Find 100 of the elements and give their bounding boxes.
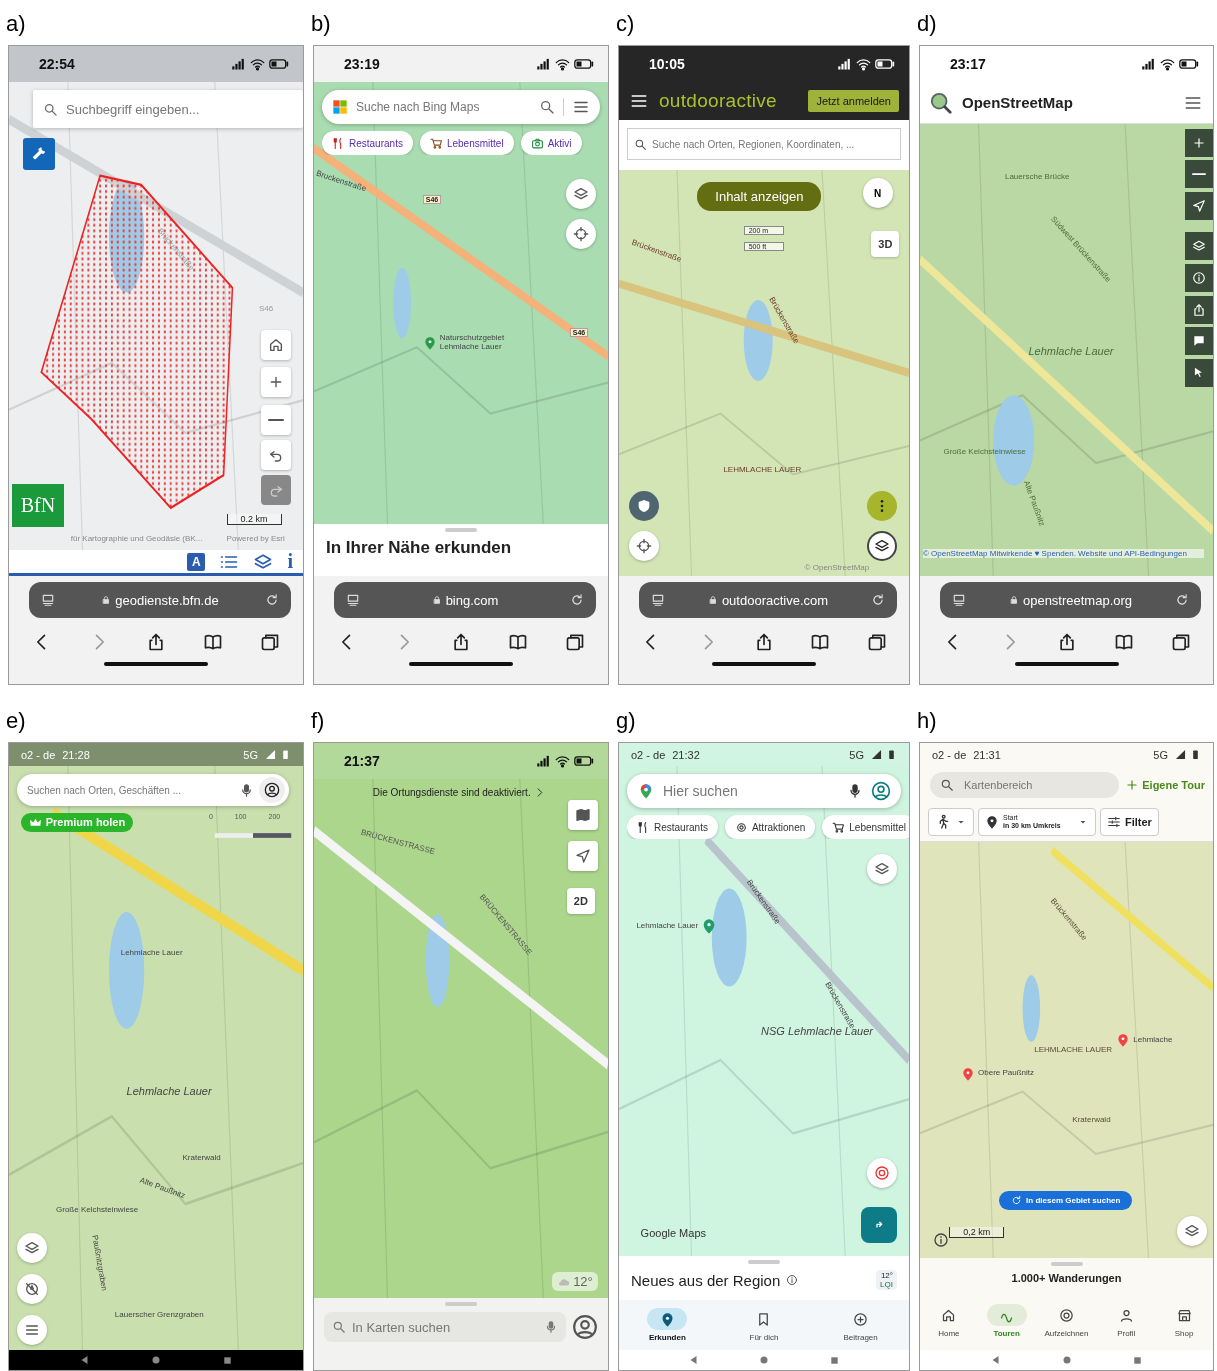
map-label: Lauersche Brücke <box>1004 171 1070 181</box>
zoom-in-button[interactable] <box>261 367 291 398</box>
category-chip[interactable]: Attraktionen <box>724 815 816 839</box>
filter-button[interactable]: Filter <box>1100 807 1159 836</box>
tab[interactable]: Beitragen <box>840 1308 881 1342</box>
minus-icon <box>268 417 284 422</box>
target-icon <box>874 1165 890 1181</box>
info-button[interactable] <box>1185 264 1213 293</box>
search-field[interactable]: In Karten suchen <box>324 1312 566 1342</box>
reader-icon <box>346 593 360 607</box>
activity-dropdown[interactable] <box>928 807 974 836</box>
address-bar[interactable]: outdooractive.com <box>639 582 897 618</box>
category-chip[interactable]: Lebensmittel <box>822 815 909 839</box>
share-button[interactable] <box>1185 295 1213 324</box>
tab[interactable]: Profil <box>1106 1304 1147 1338</box>
search-field[interactable]: Suche nach Orten, Regionen, Koordinaten, ... <box>627 128 901 160</box>
address-bar[interactable]: openstreetmap.org <box>940 582 1201 618</box>
layers-button[interactable] <box>1185 232 1213 261</box>
search-field[interactable]: Hier suchen <box>627 774 901 808</box>
wifi-icon <box>856 56 871 72</box>
tab[interactable]: Shop <box>1164 1304 1205 1338</box>
network-type: 5G <box>1153 748 1168 761</box>
wifi-icon <box>555 56 570 72</box>
search-field[interactable]: Suchen nach Orten, Geschäften ... <box>17 774 289 806</box>
zoom-out-button[interactable] <box>261 404 291 435</box>
signal-icon <box>231 56 246 72</box>
search-field[interactable]: Suchbegriff eingeben... <box>33 90 303 128</box>
lock-icon <box>101 595 112 605</box>
wrench-button[interactable] <box>23 138 55 171</box>
map-label: Lehmlache <box>1133 1035 1173 1045</box>
info-button[interactable]: i <box>287 550 293 573</box>
account-icon[interactable] <box>572 1314 598 1340</box>
compassoff-icon <box>24 1281 40 1298</box>
zoom-in-button[interactable] <box>1185 128 1213 157</box>
tab[interactable]: Aufzeichnen <box>1044 1304 1089 1338</box>
pin-icon <box>961 1066 975 1081</box>
pin-icon <box>422 335 437 350</box>
recents-icon[interactable] <box>828 1354 840 1366</box>
category-chip[interactable]: Restaurants <box>322 131 413 155</box>
bookmarks-icon[interactable] <box>203 632 224 652</box>
recents-icon[interactable] <box>222 1354 234 1366</box>
tabs-icon[interactable] <box>565 632 586 652</box>
plus-icon <box>1125 778 1140 792</box>
map-button[interactable]: Inhalt anzeigen <box>697 182 822 212</box>
locate-button[interactable] <box>568 841 598 872</box>
search-field[interactable]: Kartenbereich <box>930 772 1120 798</box>
attribution-text: © OpenStreetMap <box>804 562 870 573</box>
category-chip[interactable]: Lebensmittel <box>419 131 514 155</box>
category-chip[interactable]: Restaurants <box>627 815 718 839</box>
label-button[interactable]: A <box>187 552 206 571</box>
layers-icon <box>1192 239 1206 254</box>
record-icon <box>1058 1307 1074 1323</box>
pin-icon <box>985 814 999 829</box>
redo-button[interactable] <box>261 475 291 506</box>
category-chip[interactable]: Aktivi <box>520 131 582 155</box>
view-mode-button[interactable]: 3D <box>871 230 900 257</box>
attribution-text: für Kartographie und Geodäsie (BK... <box>70 533 203 544</box>
attribution-text: © OpenStreetMap Mitwirkende ♥ Spenden. Website und API-Bedingungen <box>922 548 1205 559</box>
tabs-icon[interactable] <box>1170 632 1191 652</box>
directions-button[interactable] <box>861 1207 897 1243</box>
carrier-name: o2 - de <box>631 748 666 761</box>
address-bar[interactable]: geodienste.bfn.de <box>29 582 291 618</box>
bookmarks-icon[interactable] <box>508 632 529 652</box>
panel-label: e) <box>6 708 26 734</box>
status-time: 23:17 <box>950 56 986 72</box>
battery-icon <box>1190 749 1201 760</box>
comment-button[interactable] <box>1185 327 1213 356</box>
lock-icon <box>431 595 442 605</box>
panel-label: c) <box>616 11 635 37</box>
logo: BfN <box>11 484 64 528</box>
tabs-icon[interactable] <box>866 632 887 652</box>
pin-icon <box>1116 1033 1131 1048</box>
brand-text: Google Maps <box>639 1226 708 1239</box>
mic-icon[interactable] <box>847 783 863 799</box>
home-button[interactable] <box>261 330 291 361</box>
query-button[interactable] <box>1185 359 1213 388</box>
recents-icon[interactable] <box>1132 1354 1144 1366</box>
map-label: LEHMLACHE LAUER <box>723 465 802 475</box>
bookmarks-icon[interactable] <box>810 632 831 652</box>
login-button[interactable]: Jetzt anmelden <box>808 90 899 112</box>
tabs-icon[interactable] <box>260 632 281 652</box>
status-time: 21:37 <box>344 753 380 769</box>
account-icon[interactable] <box>264 782 280 798</box>
search-field[interactable]: Suche nach Bing Maps <box>322 90 600 124</box>
carrier-name: o2 - de <box>932 748 967 761</box>
mic-icon[interactable] <box>239 782 254 798</box>
create-tour-link[interactable]: Eigene Tour <box>1125 778 1205 792</box>
locate-button[interactable] <box>1185 191 1213 220</box>
zoom-out-button[interactable] <box>1185 160 1213 189</box>
cart-icon <box>429 136 443 150</box>
bookmarks-icon[interactable] <box>1113 632 1134 652</box>
panel-label: d) <box>917 11 937 37</box>
tab[interactable]: Für dich <box>744 1308 784 1342</box>
status-time: 21:32 <box>672 748 700 761</box>
map-mode-button[interactable] <box>568 799 598 830</box>
reader-icon <box>651 593 665 607</box>
address-bar[interactable]: bing.com <box>334 582 596 618</box>
tab[interactable]: Home <box>928 1304 969 1338</box>
map-button[interactable]: In diesem Gebiet suchen <box>999 1191 1133 1211</box>
undo-button[interactable] <box>261 440 291 470</box>
